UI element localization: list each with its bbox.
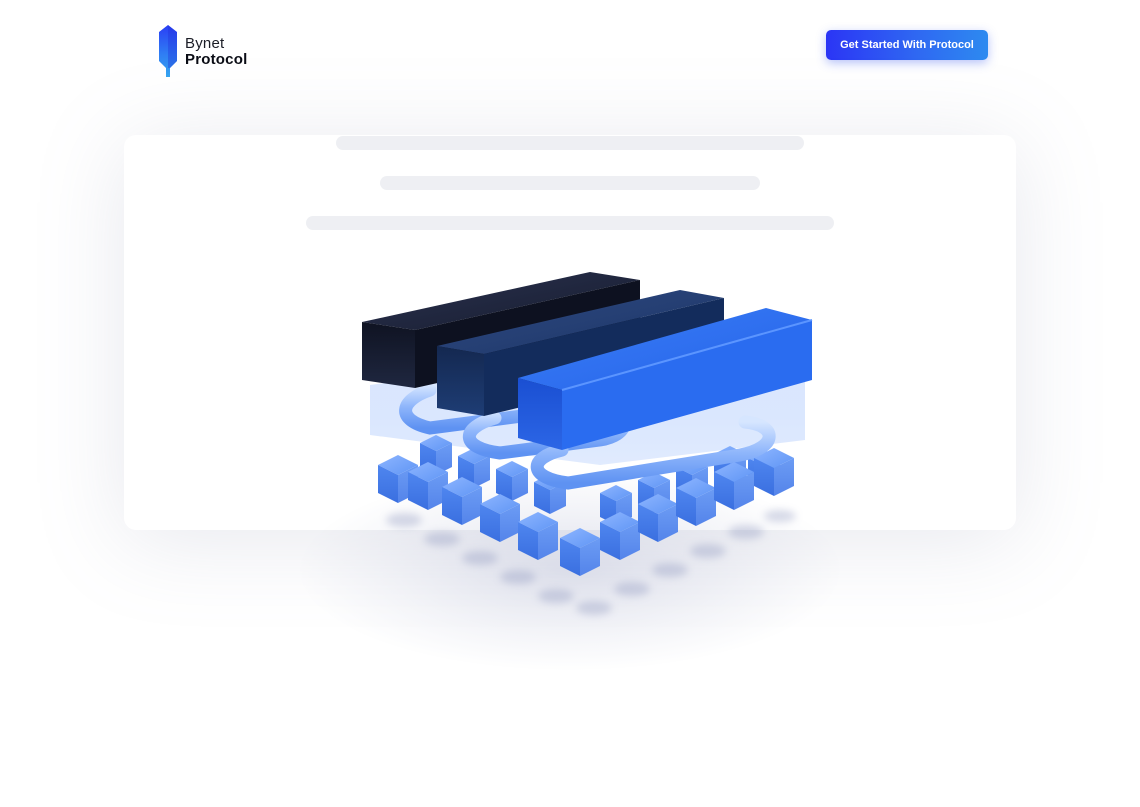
page: Bynet Protocol Get Started With Protocol bbox=[0, 0, 1140, 807]
brand-name-line2: Protocol bbox=[185, 50, 248, 68]
get-started-button[interactable]: Get Started With Protocol bbox=[826, 30, 988, 60]
skeleton-line-2 bbox=[380, 176, 760, 190]
crystal-logo-icon bbox=[159, 25, 177, 77]
skeleton-line-1 bbox=[336, 136, 804, 150]
brand-name: Bynet Protocol bbox=[185, 36, 247, 67]
brand-logo[interactable]: Bynet Protocol bbox=[159, 25, 247, 77]
brand-name-line1: Bynet bbox=[185, 34, 225, 52]
skeleton-line-3 bbox=[306, 216, 834, 230]
modular-blockchain-layers-illustration bbox=[362, 272, 813, 615]
